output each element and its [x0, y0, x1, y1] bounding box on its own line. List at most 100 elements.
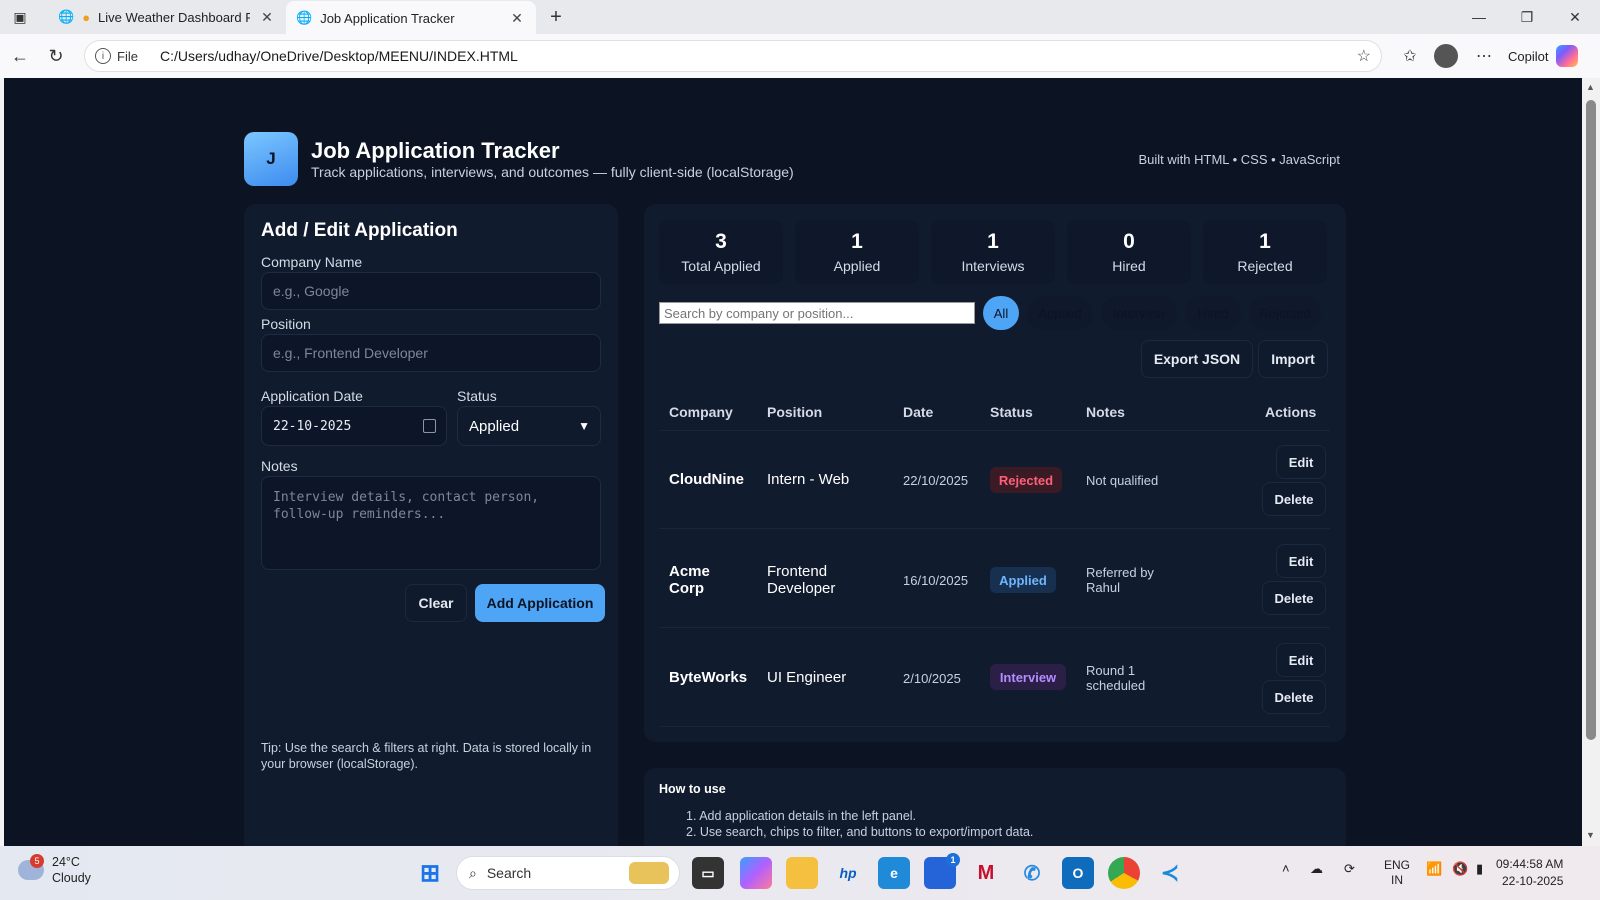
- cell-notes: Not qualified: [1086, 473, 1159, 488]
- phone-link-icon[interactable]: ✆: [1016, 857, 1048, 889]
- how-to-list: 1. Add application details in the left p…: [686, 808, 1033, 840]
- region-code: IN: [1391, 873, 1403, 887]
- close-window-icon[interactable]: ✕: [1552, 0, 1598, 34]
- stat-label: Total Applied: [681, 258, 761, 274]
- system-clock[interactable]: 09:44:58 AM 22-10-2025: [1496, 856, 1563, 890]
- chip-applied[interactable]: Applied: [1027, 296, 1093, 330]
- favorite-star-icon[interactable]: ☆: [1357, 46, 1371, 66]
- copilot-button[interactable]: Copilot: [1508, 40, 1579, 72]
- cell-date: 16/10/2025: [903, 573, 969, 588]
- add-application-button[interactable]: Add Application: [475, 584, 605, 622]
- minimize-icon[interactable]: —: [1456, 0, 1502, 34]
- sidebar-toggle-icon[interactable]: ▣: [8, 5, 32, 29]
- new-tab-icon[interactable]: +: [544, 5, 568, 29]
- column-header-company: Company: [669, 404, 733, 420]
- export-json-button[interactable]: Export JSON: [1141, 340, 1253, 378]
- volume-muted-icon[interactable]: 🔇: [1452, 861, 1468, 877]
- sync-icon[interactable]: ⟳: [1344, 861, 1355, 877]
- chip-all[interactable]: All: [983, 296, 1019, 330]
- address-bar[interactable]: i File C:/Users/udhay/OneDrive/Desktop/M…: [84, 40, 1382, 72]
- import-button[interactable]: Import: [1258, 340, 1328, 378]
- edit-button[interactable]: Edit: [1276, 445, 1326, 479]
- copilot-app-icon[interactable]: [740, 857, 772, 889]
- restore-icon[interactable]: ❐: [1504, 0, 1550, 34]
- close-tab-icon[interactable]: ✕: [508, 10, 526, 27]
- url-text[interactable]: C:/Users/udhay/OneDrive/Desktop/MEENU/IN…: [160, 48, 518, 64]
- how-to-title: How to use: [659, 782, 726, 796]
- file-explorer-icon[interactable]: [786, 857, 818, 889]
- task-view-icon[interactable]: ▭: [692, 857, 724, 889]
- list-item: 2. Use search, chips to filter, and butt…: [686, 825, 1034, 839]
- address-bar-row: ← ↻ i File C:/Users/udhay/OneDrive/Deskt…: [0, 34, 1600, 78]
- cell-company: CloudNine: [669, 471, 744, 488]
- onedrive-icon[interactable]: ☁: [1310, 861, 1323, 877]
- stat-label: Rejected: [1237, 258, 1293, 274]
- date-label: Application Date: [261, 388, 363, 404]
- battery-icon[interactable]: ▮: [1476, 861, 1483, 877]
- application-date-input[interactable]: 22-10-2025: [261, 406, 447, 446]
- status-select[interactable]: Applied ▼: [457, 406, 601, 446]
- edit-button[interactable]: Edit: [1276, 643, 1326, 677]
- cell-company: Acme Corp: [669, 563, 710, 597]
- scrollbar-thumb[interactable]: [1586, 100, 1596, 740]
- vscode-icon[interactable]: ≺: [1154, 857, 1186, 889]
- edit-button[interactable]: Edit: [1276, 544, 1326, 578]
- clear-button[interactable]: Clear: [405, 584, 467, 622]
- info-icon[interactable]: i: [95, 48, 111, 64]
- wifi-icon[interactable]: 📶: [1426, 861, 1442, 877]
- tab-weather-dashboard[interactable]: 🌐 ● Live Weather Dashboard Proje ✕: [48, 0, 286, 34]
- delete-button[interactable]: Delete: [1262, 581, 1326, 615]
- form-heading: Add / Edit Application: [261, 220, 458, 241]
- weather-widget[interactable]: 5 24°C Cloudy: [18, 854, 91, 886]
- profile-avatar[interactable]: [1432, 40, 1460, 72]
- applications-panel: 3 Total Applied 1 Applied 1 Interviews 0…: [644, 204, 1346, 742]
- more-menu-icon[interactable]: ⋯: [1470, 40, 1498, 72]
- globe-icon: 🌐: [296, 10, 313, 25]
- language-indicator[interactable]: ENG IN: [1384, 858, 1410, 888]
- taskbar-search[interactable]: ⌕ Search: [456, 856, 680, 890]
- stat-value: 1: [851, 230, 863, 253]
- store-icon[interactable]: 1: [924, 853, 960, 889]
- page-title: Job Application Tracker: [311, 138, 560, 163]
- file-scheme-label: File: [117, 48, 138, 64]
- company-name-input[interactable]: e.g., Google: [261, 272, 601, 310]
- outlook-icon[interactable]: O: [1062, 857, 1094, 889]
- calendar-icon[interactable]: [423, 419, 436, 433]
- stat-label: Interviews: [961, 258, 1025, 274]
- copilot-icon: [1556, 45, 1579, 67]
- scroll-up-icon[interactable]: ▲: [1586, 82, 1595, 92]
- delete-button[interactable]: Delete: [1262, 680, 1326, 714]
- stat-value: 1: [987, 230, 999, 253]
- delete-button[interactable]: Delete: [1262, 482, 1326, 516]
- chip-rejected[interactable]: Rejected: [1249, 296, 1321, 330]
- mcafee-icon[interactable]: M: [970, 857, 1002, 889]
- cell-notes: Round 1 scheduled: [1086, 663, 1146, 693]
- position-input[interactable]: e.g., Frontend Developer: [261, 334, 601, 372]
- search-highlight-icon: [629, 862, 669, 884]
- status-select-value: Applied: [469, 417, 520, 435]
- hp-icon[interactable]: hp: [832, 857, 864, 889]
- favorites-icon[interactable]: ✩: [1396, 40, 1424, 72]
- close-tab-icon[interactable]: ✕: [258, 9, 276, 26]
- page-scrollbar[interactable]: ▲ ▼: [1582, 78, 1600, 846]
- stat-total-applied: 3 Total Applied: [659, 220, 783, 284]
- search-input[interactable]: Search by company or position...: [659, 302, 975, 324]
- chip-hired[interactable]: Hired: [1185, 296, 1241, 330]
- table-row: ByteWorks UI Engineer 2/10/2025 Intervie…: [659, 629, 1330, 727]
- refresh-icon[interactable]: ↻: [38, 38, 74, 74]
- notes-textarea[interactable]: Interview details, contact person, follo…: [261, 476, 601, 570]
- back-icon[interactable]: ←: [2, 38, 38, 74]
- position-label: Position: [261, 316, 311, 332]
- page-subtitle: Track applications, interviews, and outc…: [311, 164, 794, 180]
- chrome-icon[interactable]: [1108, 857, 1140, 889]
- windows-start-icon[interactable]: ⊞: [414, 857, 446, 889]
- edge-icon[interactable]: e: [878, 857, 910, 889]
- tab-job-tracker[interactable]: 🌐 Job Application Tracker ✕: [286, 1, 536, 35]
- scroll-down-icon[interactable]: ▼: [1586, 830, 1595, 840]
- cell-date: 22/10/2025: [903, 473, 969, 488]
- column-header-date: Date: [903, 404, 934, 420]
- tip-text: Tip: Use the search & filters at right. …: [261, 741, 592, 771]
- chevron-up-icon[interactable]: ˄: [1282, 861, 1290, 876]
- chip-interview[interactable]: Interview: [1101, 296, 1177, 330]
- app-logo: J: [244, 132, 298, 186]
